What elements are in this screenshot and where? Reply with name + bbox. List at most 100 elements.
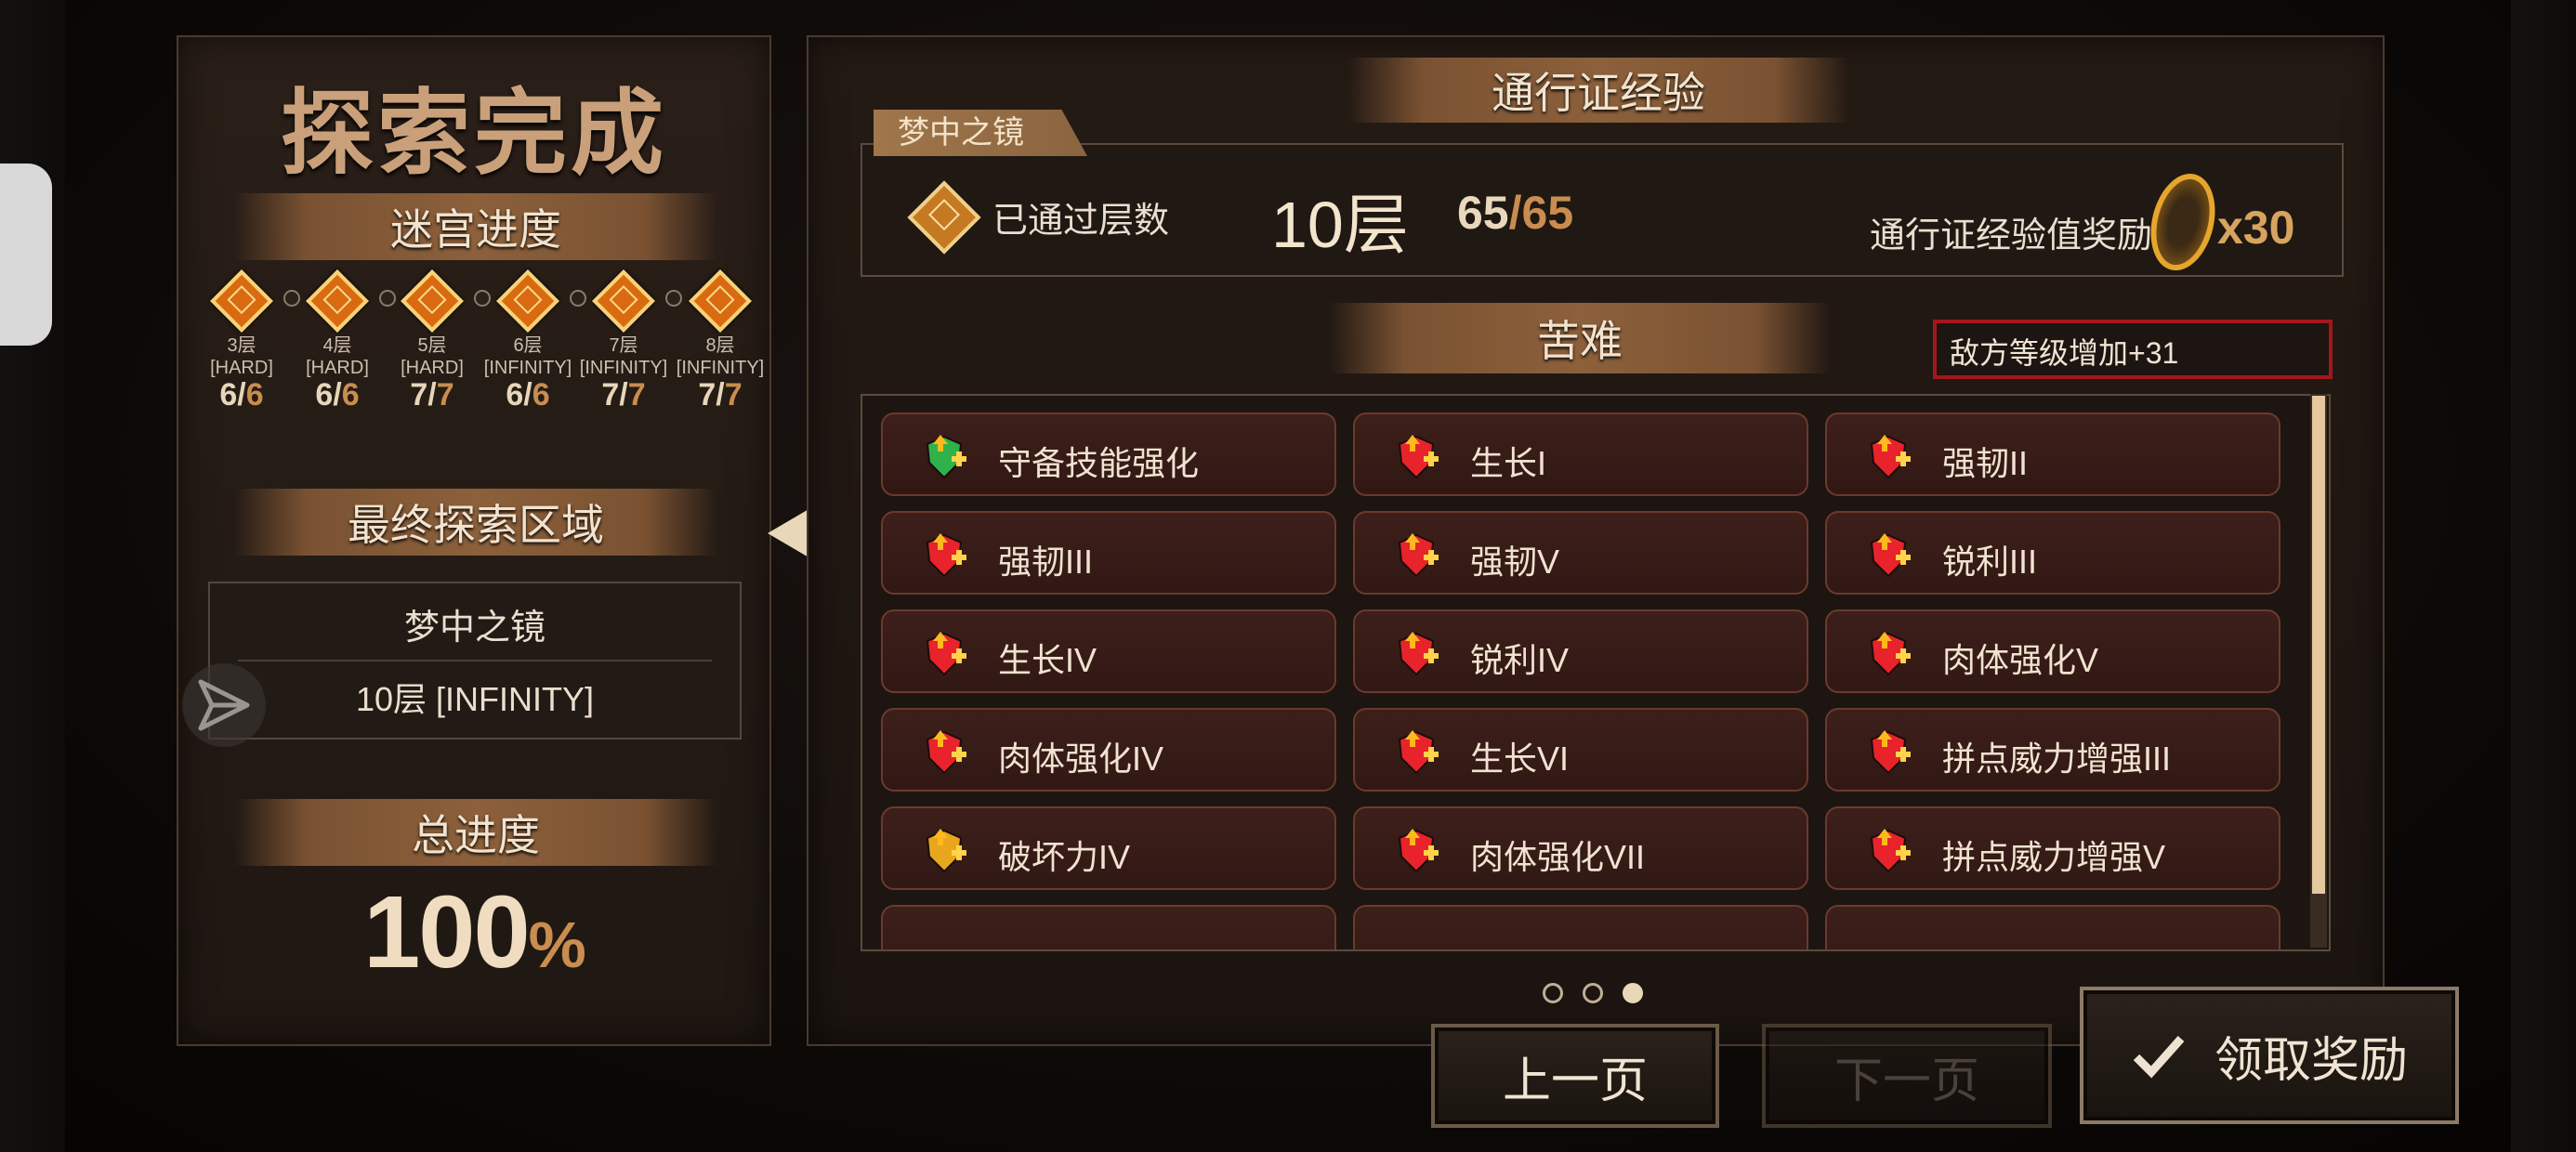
hardship-card[interactable]: 肉体强化V — [1825, 609, 2280, 693]
arrows-plus-icon — [1398, 632, 1439, 676]
floor-label: 7层 — [609, 335, 638, 356]
checkmark-icon — [2133, 1036, 2185, 1079]
hardship-card[interactable]: 生长VI — [1353, 708, 1808, 792]
floors-passed-value: 10层 — [1271, 189, 1409, 261]
hardship-card[interactable]: 守备技能强化 — [881, 412, 1336, 496]
hardship-modifier-list[interactable]: 守备技能强化 生长I 强韧II 强韧III 强韧V 锐利III 生长IV 锐利IV 肉体强化V 肉… — [861, 394, 2331, 951]
floor-label: 6层 — [513, 335, 543, 356]
arrows-heart-icon — [1870, 533, 1911, 578]
floor-difficulty: [HARD] — [401, 358, 464, 378]
final-zone-header: 最终探索区域 — [234, 489, 717, 556]
plus-up-arrow-icon — [1398, 533, 1439, 578]
gear-up-icon — [926, 829, 966, 873]
page-dot-2[interactable] — [1583, 983, 1603, 1003]
overlay-handle[interactable] — [0, 164, 52, 346]
send-icon-button[interactable] — [182, 663, 266, 747]
heart-up-arrow-icon — [1398, 435, 1439, 479]
floor-count: 7/7 — [698, 377, 743, 412]
hardship-card[interactable]: 破坏力IV — [881, 806, 1336, 890]
hardship-card[interactable]: 拼点威力增强V — [1825, 806, 2280, 890]
claim-reward-label: 领取奖励 — [2214, 1033, 2408, 1088]
crossed-swords-up-icon — [1398, 829, 1439, 873]
hardship-card-label: 锐利IV — [1470, 641, 1570, 679]
claim-reward-button[interactable]: 领取奖励 — [2080, 987, 2459, 1124]
right-frame-edge — [2511, 0, 2576, 1152]
floor-total: 6 — [532, 377, 550, 412]
chain-link-icon — [283, 290, 300, 307]
hardship-card-label: 生长VI — [1470, 740, 1570, 778]
floor-total: 7 — [436, 377, 454, 412]
paper-plane-icon — [198, 679, 250, 731]
page-dot-3-active[interactable] — [1623, 983, 1643, 1003]
floor-done: 6 — [506, 377, 524, 412]
floor-diamond-icon — [496, 269, 559, 333]
floor-done: 6 — [219, 377, 238, 412]
enemy-level-badge: 敌方等级增加+31 — [1933, 320, 2333, 379]
pass-exp-reward-label: 通行证经验值奖励 — [1870, 216, 2153, 255]
floor-count: 6/6 — [315, 377, 360, 412]
floor-difficulty: [INFINITY] — [579, 358, 668, 378]
hardship-card[interactable] — [881, 905, 1336, 949]
pass-experience-header: 通行证经验 — [1347, 58, 1849, 123]
hardship-card[interactable]: 生长I — [1353, 412, 1808, 496]
hardship-card-label: 拼点威力增强III — [1942, 740, 2172, 778]
hardship-card[interactable]: 生长IV — [881, 609, 1336, 693]
hardship-card-label: 强韧V — [1470, 543, 1560, 581]
crossed-swords-up-icon — [1870, 730, 1911, 775]
final-zone-box: 梦中之镜 10层 [INFINITY] — [208, 582, 742, 740]
prev-page-button[interactable]: 上一页 — [1431, 1024, 1719, 1128]
final-zone-name: 梦中之镜 — [403, 609, 545, 648]
hardship-header: 苦难 — [1329, 303, 1831, 373]
page-dot-1[interactable] — [1543, 983, 1563, 1003]
chain-link-icon — [570, 290, 586, 307]
hardship-card[interactable]: 肉体强化IV — [881, 708, 1336, 792]
floor-count: 6/6 — [219, 377, 264, 412]
total-progress-value: 100% — [178, 873, 769, 991]
floor-label: 4层 — [322, 335, 352, 356]
prev-page-label: 上一页 — [1502, 1054, 1648, 1108]
floor-total: 7 — [724, 377, 743, 412]
floor-diamond-icon — [306, 269, 369, 333]
passed-total: /65 — [1508, 187, 1574, 239]
floor-done: 7 — [410, 377, 428, 412]
floor-done: 6 — [315, 377, 334, 412]
passed-count: 65 — [1457, 187, 1509, 239]
divider — [238, 660, 712, 661]
floor-diamond-icon — [592, 269, 655, 333]
shield-heart-plus-icon — [1870, 435, 1911, 479]
heart-plus-shield-icon — [926, 533, 966, 578]
hardship-card[interactable] — [1825, 905, 2280, 949]
exploration-summary-panel: 探索完成 迷宫进度 3层 [HARD] 6/6 4层 [HARD] 6/6 5层 [HARD]… — [177, 35, 771, 1046]
heart-up-arrow-icon — [1398, 730, 1439, 775]
hardship-card-label: 拼点威力增强V — [1942, 838, 2166, 876]
floor-count: 7/7 — [601, 377, 646, 412]
floor-difficulty: [HARD] — [306, 358, 369, 378]
hardship-card[interactable] — [1353, 905, 1808, 949]
total-progress-header: 总进度 — [234, 799, 717, 866]
green-shield-plus-icon — [926, 435, 966, 479]
crossed-swords-up-icon — [926, 730, 966, 775]
floors-passed-label: 已通过层数 — [992, 202, 1170, 241]
hardship-card[interactable]: 强韧II — [1825, 412, 2280, 496]
floor-label: 3层 — [227, 335, 256, 356]
list-scrollbar-thumb[interactable] — [2312, 396, 2325, 894]
floor-done: 7 — [601, 377, 620, 412]
total-progress-number: 100 — [363, 875, 531, 989]
hardship-card[interactable]: 拼点威力增强III — [1825, 708, 2280, 792]
zone-tab: 梦中之镜 — [874, 110, 1087, 156]
hardship-card[interactable]: 强韧V — [1353, 511, 1808, 595]
hardship-card-label: 守备技能强化 — [998, 444, 1200, 482]
floor-difficulty: [INFINITY] — [676, 358, 765, 378]
heart-up-arrow-icon — [926, 632, 966, 676]
floor-difficulty: [INFINITY] — [483, 358, 572, 378]
hardship-card[interactable]: 肉体强化VII — [1353, 806, 1808, 890]
hardship-card[interactable]: 强韧III — [881, 511, 1336, 595]
next-page-button[interactable]: 下一页 — [1762, 1024, 2052, 1128]
hardship-card[interactable]: 锐利III — [1825, 511, 2280, 595]
floors-passed-row: 已通过层数 10层 65/65 通行证经验值奖励 x30 — [861, 143, 2344, 278]
chain-link-icon — [665, 290, 682, 307]
hardship-card[interactable]: 锐利IV — [1353, 609, 1808, 693]
hardship-card-label: 肉体强化V — [1942, 641, 2099, 679]
final-zone-level: 10层 [INFINITY] — [355, 680, 595, 718]
floor-label: 5层 — [417, 335, 447, 356]
